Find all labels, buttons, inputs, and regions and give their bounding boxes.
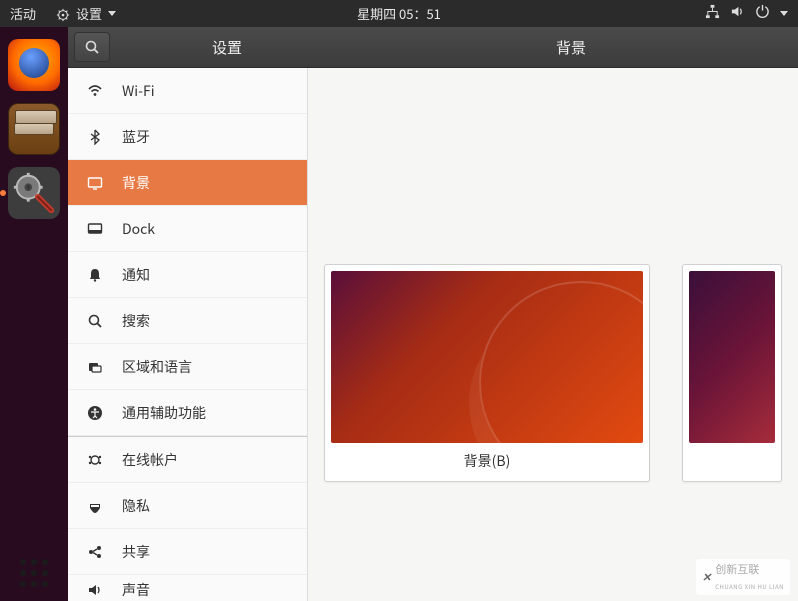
sidebar-item-notifications[interactable]: 通知	[68, 252, 307, 298]
headerbar-title-settings: 设置	[110, 37, 344, 58]
bluetooth-icon	[86, 129, 104, 145]
search-button[interactable]	[74, 32, 110, 62]
watermark: ✕ 创新互联 CHUANG XIN HU LIAN	[696, 559, 790, 595]
accessibility-icon	[86, 405, 104, 421]
region-icon	[86, 359, 104, 375]
sidebar-item-search[interactable]: 搜索	[68, 298, 307, 344]
volume-icon[interactable]	[730, 4, 745, 23]
sidebar-item-label: 声音	[122, 580, 150, 600]
wallpaper-preview	[689, 271, 775, 443]
gear-icon	[56, 7, 70, 21]
settings-launcher[interactable]	[8, 167, 60, 219]
settings-window: 设置 背景 Wi-Fi 蓝牙 背景 Dock 通知 搜索 区	[68, 27, 798, 601]
chevron-down-icon	[780, 11, 788, 16]
wallpaper-preview	[331, 271, 643, 443]
headerbar-title-panel: 背景	[344, 37, 798, 58]
background-icon	[86, 175, 104, 191]
ubuntu-dock	[0, 27, 68, 601]
archive-manager-launcher[interactable]	[8, 103, 60, 155]
sidebar-item-online-accounts[interactable]: 在线帐户	[68, 437, 307, 483]
sidebar-item-label: 在线帐户	[122, 450, 178, 470]
sidebar-item-wifi[interactable]: Wi-Fi	[68, 68, 307, 114]
network-icon[interactable]	[705, 4, 720, 23]
settings-sidebar: Wi-Fi 蓝牙 背景 Dock 通知 搜索 区域和语言 通用辅助功能	[68, 68, 308, 601]
sidebar-item-sound[interactable]: 声音	[68, 575, 307, 601]
wifi-icon	[86, 83, 104, 99]
lockscreen-thumbnail[interactable]	[682, 264, 782, 482]
sidebar-item-label: 蓝牙	[122, 127, 150, 147]
gnome-topbar: 活动 设置 星期四 05：51	[0, 0, 798, 27]
show-applications-button[interactable]	[0, 559, 68, 587]
dock-icon	[86, 221, 104, 237]
sidebar-item-region[interactable]: 区域和语言	[68, 344, 307, 390]
bell-icon	[86, 267, 104, 283]
sidebar-item-label: 区域和语言	[122, 357, 192, 377]
firefox-launcher[interactable]	[8, 39, 60, 91]
background-panel: 背景(B)	[308, 68, 798, 601]
sound-icon	[86, 582, 104, 598]
online-accounts-icon	[86, 452, 104, 468]
clock-label[interactable]: 星期四 05：51	[357, 4, 441, 23]
watermark-logo-icon: ✕	[702, 569, 711, 585]
sidebar-item-sharing[interactable]: 共享	[68, 529, 307, 575]
sidebar-item-accessibility[interactable]: 通用辅助功能	[68, 390, 307, 436]
running-indicator	[0, 190, 6, 196]
background-thumbnail[interactable]: 背景(B)	[324, 264, 650, 482]
sidebar-item-label: 共享	[122, 542, 150, 562]
sidebar-item-label: 通用辅助功能	[122, 403, 206, 423]
activities-button[interactable]: 活动	[10, 4, 36, 23]
sidebar-item-label: 隐私	[122, 496, 150, 516]
watermark-py: CHUANG XIN HU LIAN	[715, 582, 784, 591]
watermark-cn: 创新互联	[715, 561, 759, 577]
sidebar-item-label: 通知	[122, 265, 150, 285]
grid-icon	[20, 559, 48, 587]
sharing-icon	[86, 544, 104, 560]
chevron-down-icon	[108, 11, 116, 16]
search-icon	[86, 313, 104, 329]
sidebar-item-label: Dock	[122, 219, 155, 239]
headerbar: 设置 背景	[68, 27, 798, 68]
sidebar-item-background[interactable]: 背景	[68, 160, 307, 206]
thumbnail-label: 背景(B)	[464, 451, 511, 471]
sidebar-item-privacy[interactable]: 隐私	[68, 483, 307, 529]
power-icon[interactable]	[755, 4, 770, 23]
sidebar-item-bluetooth[interactable]: 蓝牙	[68, 114, 307, 160]
app-menu-label[interactable]: 设置	[76, 4, 102, 23]
privacy-icon	[86, 498, 104, 514]
sidebar-item-label: 搜索	[122, 311, 150, 331]
sidebar-item-label: 背景	[122, 173, 150, 193]
sidebar-item-label: Wi-Fi	[122, 81, 155, 101]
sidebar-item-dock[interactable]: Dock	[68, 206, 307, 252]
